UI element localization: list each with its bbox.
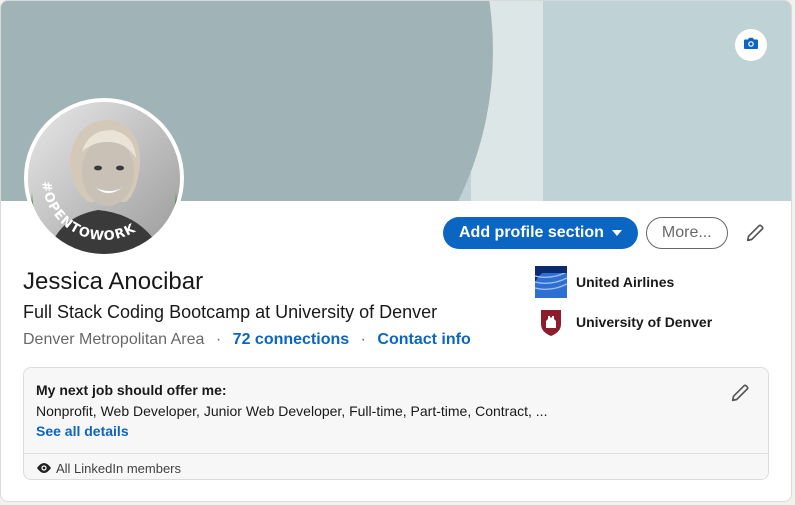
open-to-work-card[interactable]: My next job should offer me: Nonprofit, … [23, 367, 769, 480]
org-united-airlines[interactable]: United Airlines [533, 266, 712, 316]
add-profile-section-label: Add profile section [459, 224, 604, 241]
caret-down-icon [611, 230, 622, 236]
university-of-denver-logo [535, 306, 567, 338]
profile-name: Jessica Anocibar [23, 268, 204, 295]
united-airlines-logo [533, 266, 581, 316]
meta-separator: · [360, 331, 366, 348]
pencil-icon [729, 382, 751, 409]
profile-meta: Denver Metropolitan Area · 72 connection… [23, 331, 471, 349]
edit-open-to-work-button[interactable] [728, 383, 752, 407]
camera-icon [743, 35, 759, 56]
otw-title: My next job should offer me: [36, 382, 227, 398]
edit-banner-button[interactable] [735, 29, 767, 61]
connections-link[interactable]: 72 connections [233, 331, 349, 348]
profile-headline: Full Stack Coding Bootcamp at University… [23, 302, 438, 322]
org-name: University of Denver [576, 314, 713, 330]
more-label: More... [661, 224, 712, 241]
see-all-details-link[interactable]: See all details [36, 423, 129, 439]
avatar: #OPENTOWORK [28, 102, 180, 254]
otw-description: Nonprofit, Web Developer, Junior Web Dev… [36, 403, 548, 419]
contact-info-link[interactable]: Contact info [377, 331, 470, 348]
profile-card: #OPENTOWORK Add profile section More... … [0, 0, 792, 502]
organizations-list: United Airlines University of Denver [533, 266, 712, 346]
org-university-of-denver[interactable]: University of Denver [535, 306, 712, 338]
otw-visibility: All LinkedIn members [36, 460, 181, 476]
edit-intro-button[interactable] [741, 221, 769, 249]
meta-separator: · [215, 331, 222, 348]
more-button[interactable]: More... [645, 217, 728, 249]
eye-icon [36, 460, 52, 476]
profile-photo[interactable]: #OPENTOWORK [24, 98, 184, 258]
visibility-label: All LinkedIn members [56, 460, 181, 476]
profile-actions: Add profile section More... [443, 217, 728, 249]
profile-photo-image: #OPENTOWORK [28, 102, 180, 254]
otw-divider [24, 453, 768, 454]
pencil-icon [744, 222, 766, 249]
add-profile-section-button[interactable]: Add profile section [443, 217, 638, 249]
org-name: United Airlines [576, 274, 675, 290]
profile-location: Denver Metropolitan Area [23, 331, 205, 348]
